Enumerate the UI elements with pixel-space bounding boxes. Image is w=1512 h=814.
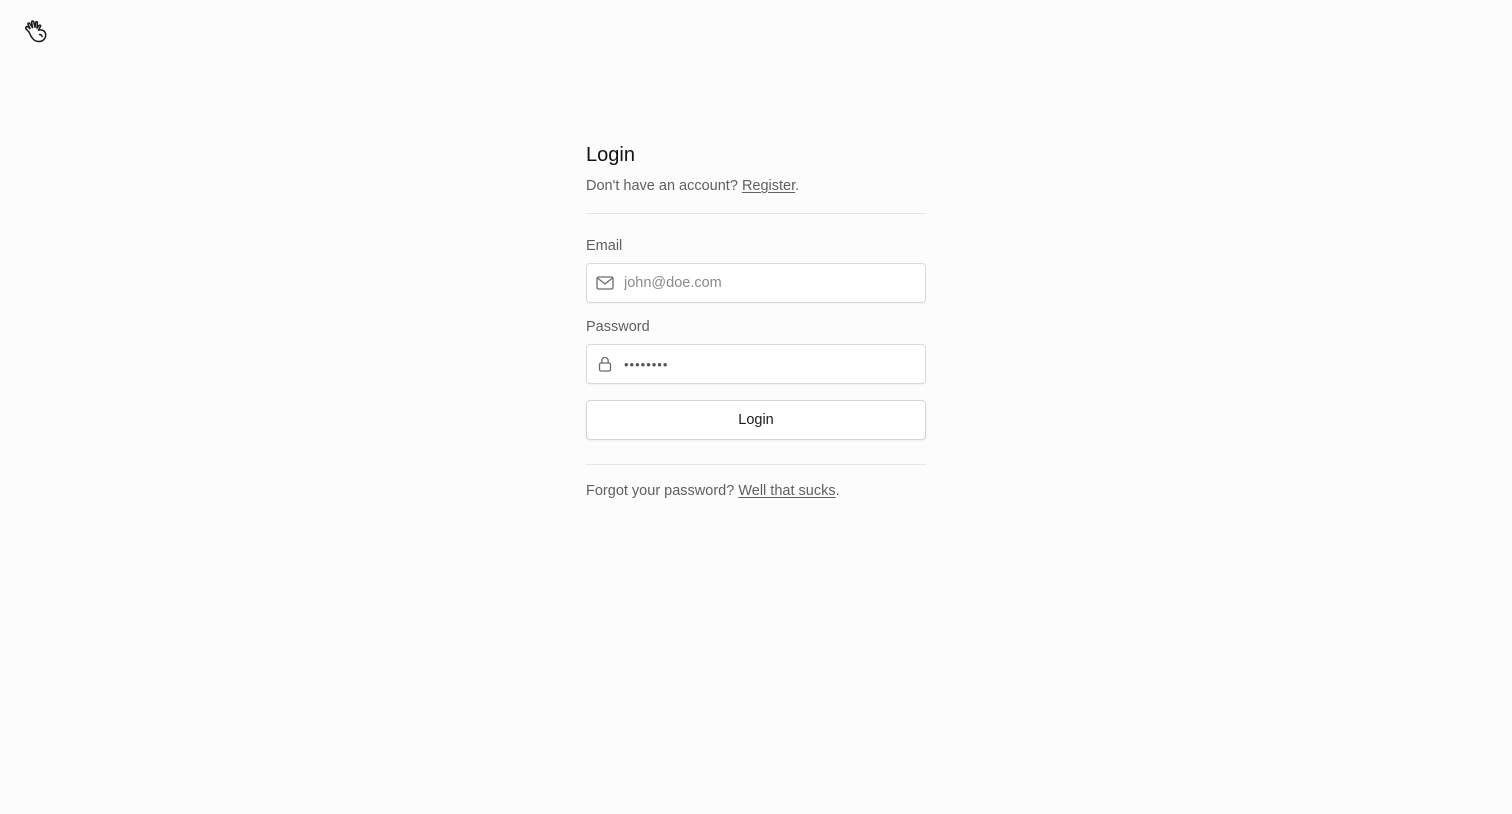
password-input[interactable] [624, 356, 914, 372]
page-title: Login [586, 144, 635, 166]
login-form: Login Don't have an account? Register. E… [586, 142, 926, 500]
password-field[interactable] [586, 344, 926, 384]
email-input[interactable] [624, 275, 914, 291]
email-field[interactable] [586, 263, 926, 303]
register-prompt: Don't have an account? Register. [586, 177, 926, 195]
bottom-divider [586, 464, 926, 465]
register-prompt-period: . [795, 178, 800, 194]
register-prompt-text: Don't have an account? [586, 178, 742, 194]
forgot-password-text: Forgot your password? [586, 483, 739, 499]
forgot-password-prompt: Forgot your password? Well that sucks. [586, 482, 926, 500]
email-label: Email [586, 238, 623, 254]
password-label: Password [586, 319, 650, 335]
top-divider [586, 213, 926, 214]
login-button[interactable]: Login [586, 400, 926, 440]
forgot-password-period: . [835, 483, 840, 499]
forgot-password-link[interactable]: Well that sucks [738, 483, 835, 499]
hand-wave-icon[interactable] [23, 19, 49, 45]
lock-icon [596, 355, 614, 373]
mail-icon [596, 274, 614, 292]
register-link[interactable]: Register [742, 178, 795, 194]
